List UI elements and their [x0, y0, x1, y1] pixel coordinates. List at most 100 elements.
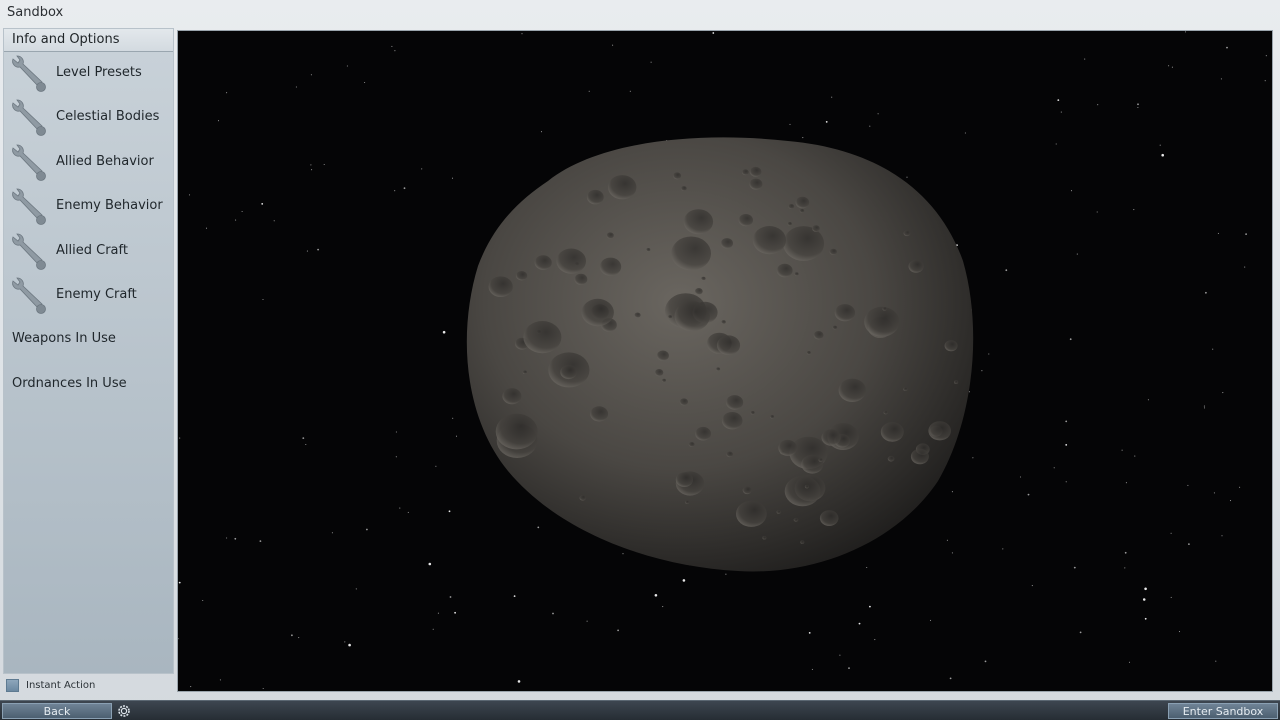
- star: [1128, 661, 1131, 663]
- star: [1027, 493, 1030, 496]
- crater: [794, 272, 799, 276]
- wrench-icon: [12, 55, 46, 92]
- star: [825, 121, 828, 123]
- star: [981, 370, 983, 372]
- star: [454, 611, 456, 614]
- sidebar-item-ordnances-in-use[interactable]: Ordnances In Use: [4, 363, 173, 407]
- star: [1217, 232, 1219, 234]
- star: [1005, 269, 1008, 272]
- star: [537, 526, 540, 529]
- star: [1212, 348, 1214, 350]
- sidebar-item-label: Ordnances In Use: [12, 375, 127, 391]
- crater: [742, 169, 749, 176]
- star: [1031, 585, 1033, 587]
- crater: [800, 540, 805, 544]
- star: [1134, 455, 1136, 457]
- sidebar-item-enemy-craft[interactable]: Enemy Craft: [4, 274, 173, 318]
- sidebar-item-allied-craft[interactable]: Allied Craft: [4, 230, 173, 274]
- crater: [654, 369, 664, 377]
- star: [1205, 291, 1207, 294]
- game-viewport[interactable]: [177, 30, 1273, 692]
- crater: [812, 225, 820, 232]
- crater: [668, 315, 673, 319]
- crater: [819, 510, 839, 526]
- crater: [695, 426, 711, 441]
- sidebar-item-enemy-behavior[interactable]: Enemy Behavior: [4, 185, 173, 229]
- crater: [944, 340, 958, 352]
- star: [1069, 338, 1072, 341]
- star: [1170, 596, 1172, 598]
- crater: [522, 370, 527, 375]
- star: [311, 169, 313, 171]
- crater: [579, 495, 587, 501]
- crater: [910, 448, 929, 465]
- star: [1170, 532, 1172, 534]
- star: [437, 612, 439, 614]
- star: [968, 391, 970, 393]
- sidebar-item-level-presets[interactable]: Level Presets: [4, 52, 173, 96]
- crater: [864, 306, 900, 337]
- instant-action-label: Instant Action: [26, 679, 96, 691]
- star: [178, 638, 179, 640]
- crater: [813, 331, 824, 340]
- crater: [882, 307, 887, 311]
- sidebar-item-celestial-bodies[interactable]: Celestial Bodies: [4, 96, 173, 140]
- star: [241, 210, 243, 213]
- crater: [776, 510, 781, 514]
- instant-action-toggle[interactable]: Instant Action: [3, 676, 95, 694]
- window-title: Sandbox: [7, 5, 64, 20]
- star: [449, 596, 452, 598]
- star: [1065, 420, 1068, 423]
- gear-icon[interactable]: [116, 703, 132, 719]
- star: [1055, 143, 1057, 145]
- star: [407, 511, 409, 513]
- star: [366, 528, 368, 531]
- star: [588, 90, 590, 92]
- star: [1226, 46, 1228, 49]
- star: [869, 605, 871, 608]
- star: [811, 668, 813, 670]
- back-button[interactable]: Back: [2, 703, 112, 719]
- star: [1203, 405, 1205, 407]
- star: [1065, 481, 1067, 483]
- star: [442, 330, 446, 334]
- crater: [673, 172, 682, 180]
- star: [1187, 484, 1189, 486]
- star: [929, 619, 932, 621]
- sidebar-item-allied-behavior[interactable]: Allied Behavior: [4, 141, 173, 185]
- crater: [750, 411, 755, 415]
- crater: [488, 276, 513, 297]
- crater: [716, 367, 721, 371]
- star: [1159, 144, 1161, 146]
- crater: [675, 472, 693, 488]
- crater: [681, 186, 687, 191]
- star: [1184, 31, 1187, 33]
- instant-action-checkbox[interactable]: [6, 678, 19, 692]
- star: [226, 537, 228, 539]
- crater: [834, 304, 856, 322]
- star: [1213, 492, 1215, 494]
- star: [586, 620, 588, 622]
- sidebar-item-weapons-in-use[interactable]: Weapons In Use: [4, 318, 173, 362]
- crater: [523, 321, 562, 354]
- star: [1084, 58, 1086, 60]
- star: [1265, 55, 1267, 57]
- star: [1144, 617, 1147, 620]
- sidebar-item-label: Allied Craft: [56, 242, 128, 258]
- star: [650, 61, 652, 63]
- crater: [586, 189, 604, 205]
- wrench-icon: [12, 277, 46, 314]
- star: [291, 634, 293, 637]
- sidebar-item-label: Level Presets: [56, 65, 142, 80]
- sidebar-header: Info and Options: [4, 29, 173, 52]
- sidebar-item-label: Allied Behavior: [56, 153, 154, 169]
- star: [831, 96, 833, 98]
- star: [455, 435, 458, 437]
- crater: [928, 421, 951, 441]
- star: [839, 654, 841, 656]
- star: [1097, 104, 1099, 106]
- star: [517, 680, 521, 683]
- enter-sandbox-button[interactable]: Enter Sandbox: [1168, 703, 1278, 719]
- wrench-icon: [12, 233, 46, 270]
- star: [435, 465, 437, 467]
